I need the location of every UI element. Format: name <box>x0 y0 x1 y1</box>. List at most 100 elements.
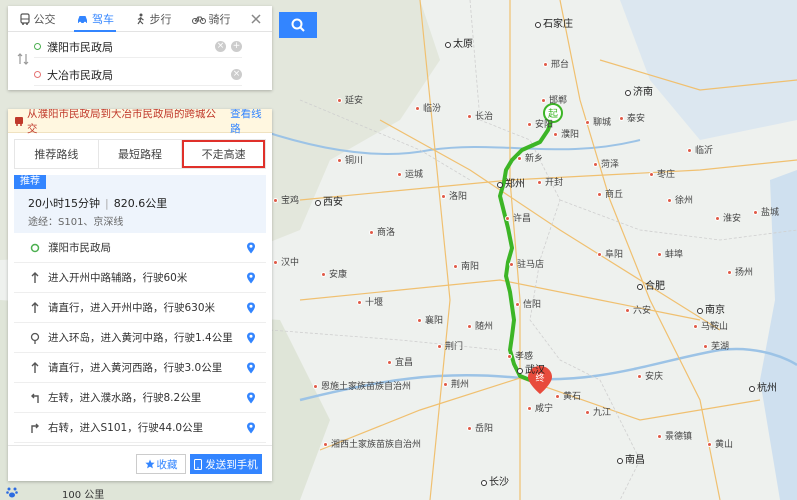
arrow-up-icon <box>28 361 42 375</box>
via-roads: 途经：S101、京深线 <box>28 217 124 228</box>
locate-icon[interactable] <box>246 272 256 284</box>
city-dot <box>273 260 278 265</box>
locate-icon[interactable] <box>246 362 256 374</box>
city-dot <box>697 308 703 314</box>
tab-walk[interactable]: 步行 <box>124 6 182 31</box>
tab-recommended[interactable]: 推荐路线 <box>15 140 99 168</box>
summary-main: 20小时15分钟 | 820.6公里 <box>28 197 168 210</box>
add-waypoint-icon[interactable]: + <box>231 41 242 52</box>
search-card: 公交 驾车 步行 骑行 濮阳市民政局 × + 大冶市民政局 × <box>8 6 272 90</box>
favorite-button[interactable]: 收藏 <box>136 454 186 474</box>
tab-shortest[interactable]: 最短路程 <box>99 140 183 168</box>
send-to-phone-button[interactable]: 发送到手机 <box>190 454 262 474</box>
tab-bike-label: 骑行 <box>208 12 231 26</box>
city-dot <box>619 116 624 121</box>
route-summary[interactable]: 推荐 20小时15分钟 | 820.6公里 途经：S101、京深线 <box>14 175 266 233</box>
city-dot <box>535 22 541 28</box>
banner-text: 从濮阳市民政局到大冶市民政局的跨城公交 <box>26 109 216 135</box>
route-step[interactable]: 请直行，进入开州中路，行驶630米 <box>14 293 266 323</box>
city-dot <box>357 300 362 305</box>
bike-icon <box>191 16 206 24</box>
end-field[interactable]: 大冶市民政局 × <box>34 64 242 86</box>
city-dot <box>467 426 472 431</box>
route-step-text: 右转，进入S101，行驶44.0公里 <box>48 422 204 434</box>
search-button[interactable] <box>279 12 317 38</box>
tab-car[interactable]: 驾车 <box>66 6 124 32</box>
city-dot <box>313 384 318 389</box>
intercity-bus-banner[interactable]: 从濮阳市民政局到大冶市民政局的跨城公交 查看线路 <box>8 109 272 136</box>
car-icon <box>78 15 87 24</box>
city-dot <box>323 442 328 447</box>
locate-icon[interactable] <box>246 302 256 314</box>
city-dot <box>517 368 523 374</box>
favorite-label: 收藏 <box>156 458 178 471</box>
city-dot <box>527 122 532 127</box>
tab-bus-label: 公交 <box>33 12 56 26</box>
swap-icon[interactable] <box>16 52 30 66</box>
locate-icon[interactable] <box>246 392 256 404</box>
close-icon[interactable] <box>248 11 264 27</box>
route-step-text: 濮阳市民政局 <box>48 242 111 254</box>
city-dot <box>585 120 590 125</box>
city-dot <box>637 374 642 379</box>
city-dot <box>749 386 755 392</box>
city-dot <box>541 98 546 103</box>
city-dot <box>453 264 458 269</box>
city-dot <box>585 410 590 415</box>
start-marker-label: 起 <box>548 108 558 120</box>
locate-icon[interactable] <box>246 332 256 344</box>
turn-left-icon <box>28 391 42 405</box>
city-dot <box>617 458 623 464</box>
start-marker[interactable]: 起 <box>543 103 563 123</box>
city-dot <box>445 42 451 48</box>
city-dot <box>753 210 758 215</box>
map-scale: 100 公里 <box>62 490 105 500</box>
route-step[interactable]: 左转，进入濮水路，行驶8.2公里 <box>14 383 266 413</box>
tab-bike[interactable]: 骑行 <box>182 6 240 31</box>
start-field[interactable]: 濮阳市民政局 × + <box>34 36 242 58</box>
route-step[interactable]: 进入环岛，进入黄河中路，行驶1.4公里 <box>14 323 266 353</box>
route-path[interactable] <box>498 117 554 389</box>
city-dot <box>437 344 442 349</box>
star-icon <box>144 459 155 469</box>
city-dot <box>625 308 630 313</box>
duration: 20小时15分钟 <box>28 197 100 210</box>
city-dot <box>467 114 472 119</box>
end-dot-icon <box>34 71 41 78</box>
route-step-text: 进入开州中路辅路，行驶60米 <box>48 272 188 284</box>
result-footer: 收藏 发送到手机 <box>8 445 272 481</box>
clear-icon[interactable]: × <box>215 41 226 52</box>
locate-icon[interactable] <box>246 422 256 434</box>
route-step-text: 进入环岛，进入黄河中路，行驶1.4公里 <box>48 332 233 344</box>
end-field-text: 大冶市民政局 <box>47 68 113 82</box>
city-dot <box>527 406 532 411</box>
city-dot <box>321 272 326 277</box>
city-dot <box>657 252 662 257</box>
city-dot <box>517 156 522 161</box>
tab-bus[interactable]: 公交 <box>8 6 66 31</box>
tab-no-highway[interactable]: 不走高速 <box>182 140 266 168</box>
banner-link[interactable]: 查看线路 <box>230 109 272 136</box>
locate-icon[interactable] <box>246 242 256 254</box>
city-dot <box>715 216 720 221</box>
end-marker[interactable]: 终 <box>528 366 552 394</box>
route-step[interactable]: 请直行，进入黄河西路，行驶3.0公里 <box>14 353 266 383</box>
route-step[interactable]: 右转，进入S101，行驶44.0公里 <box>14 413 266 443</box>
phone-icon <box>194 458 203 470</box>
city-dot <box>337 158 342 163</box>
distance: 820.6公里 <box>113 197 168 210</box>
route-step[interactable]: 进入开州中路辅路，行驶60米 <box>14 263 266 293</box>
city-dot <box>657 434 662 439</box>
route-step-text: 请直行，进入黄河西路，行驶3.0公里 <box>48 362 223 374</box>
arrow-up-icon <box>28 271 42 285</box>
route-option-tabs: 推荐路线 最短路程 不走高速 <box>14 139 266 169</box>
city-dot <box>597 252 602 257</box>
city-dot <box>625 90 631 96</box>
city-dot <box>637 284 643 290</box>
route-step[interactable]: 濮阳市民政局 <box>14 233 266 263</box>
city-dot <box>515 302 520 307</box>
clear-icon[interactable]: × <box>231 69 242 80</box>
city-dot <box>315 200 321 206</box>
baidu-paw-logo <box>6 487 18 498</box>
recommended-badge: 推荐 <box>14 175 46 189</box>
